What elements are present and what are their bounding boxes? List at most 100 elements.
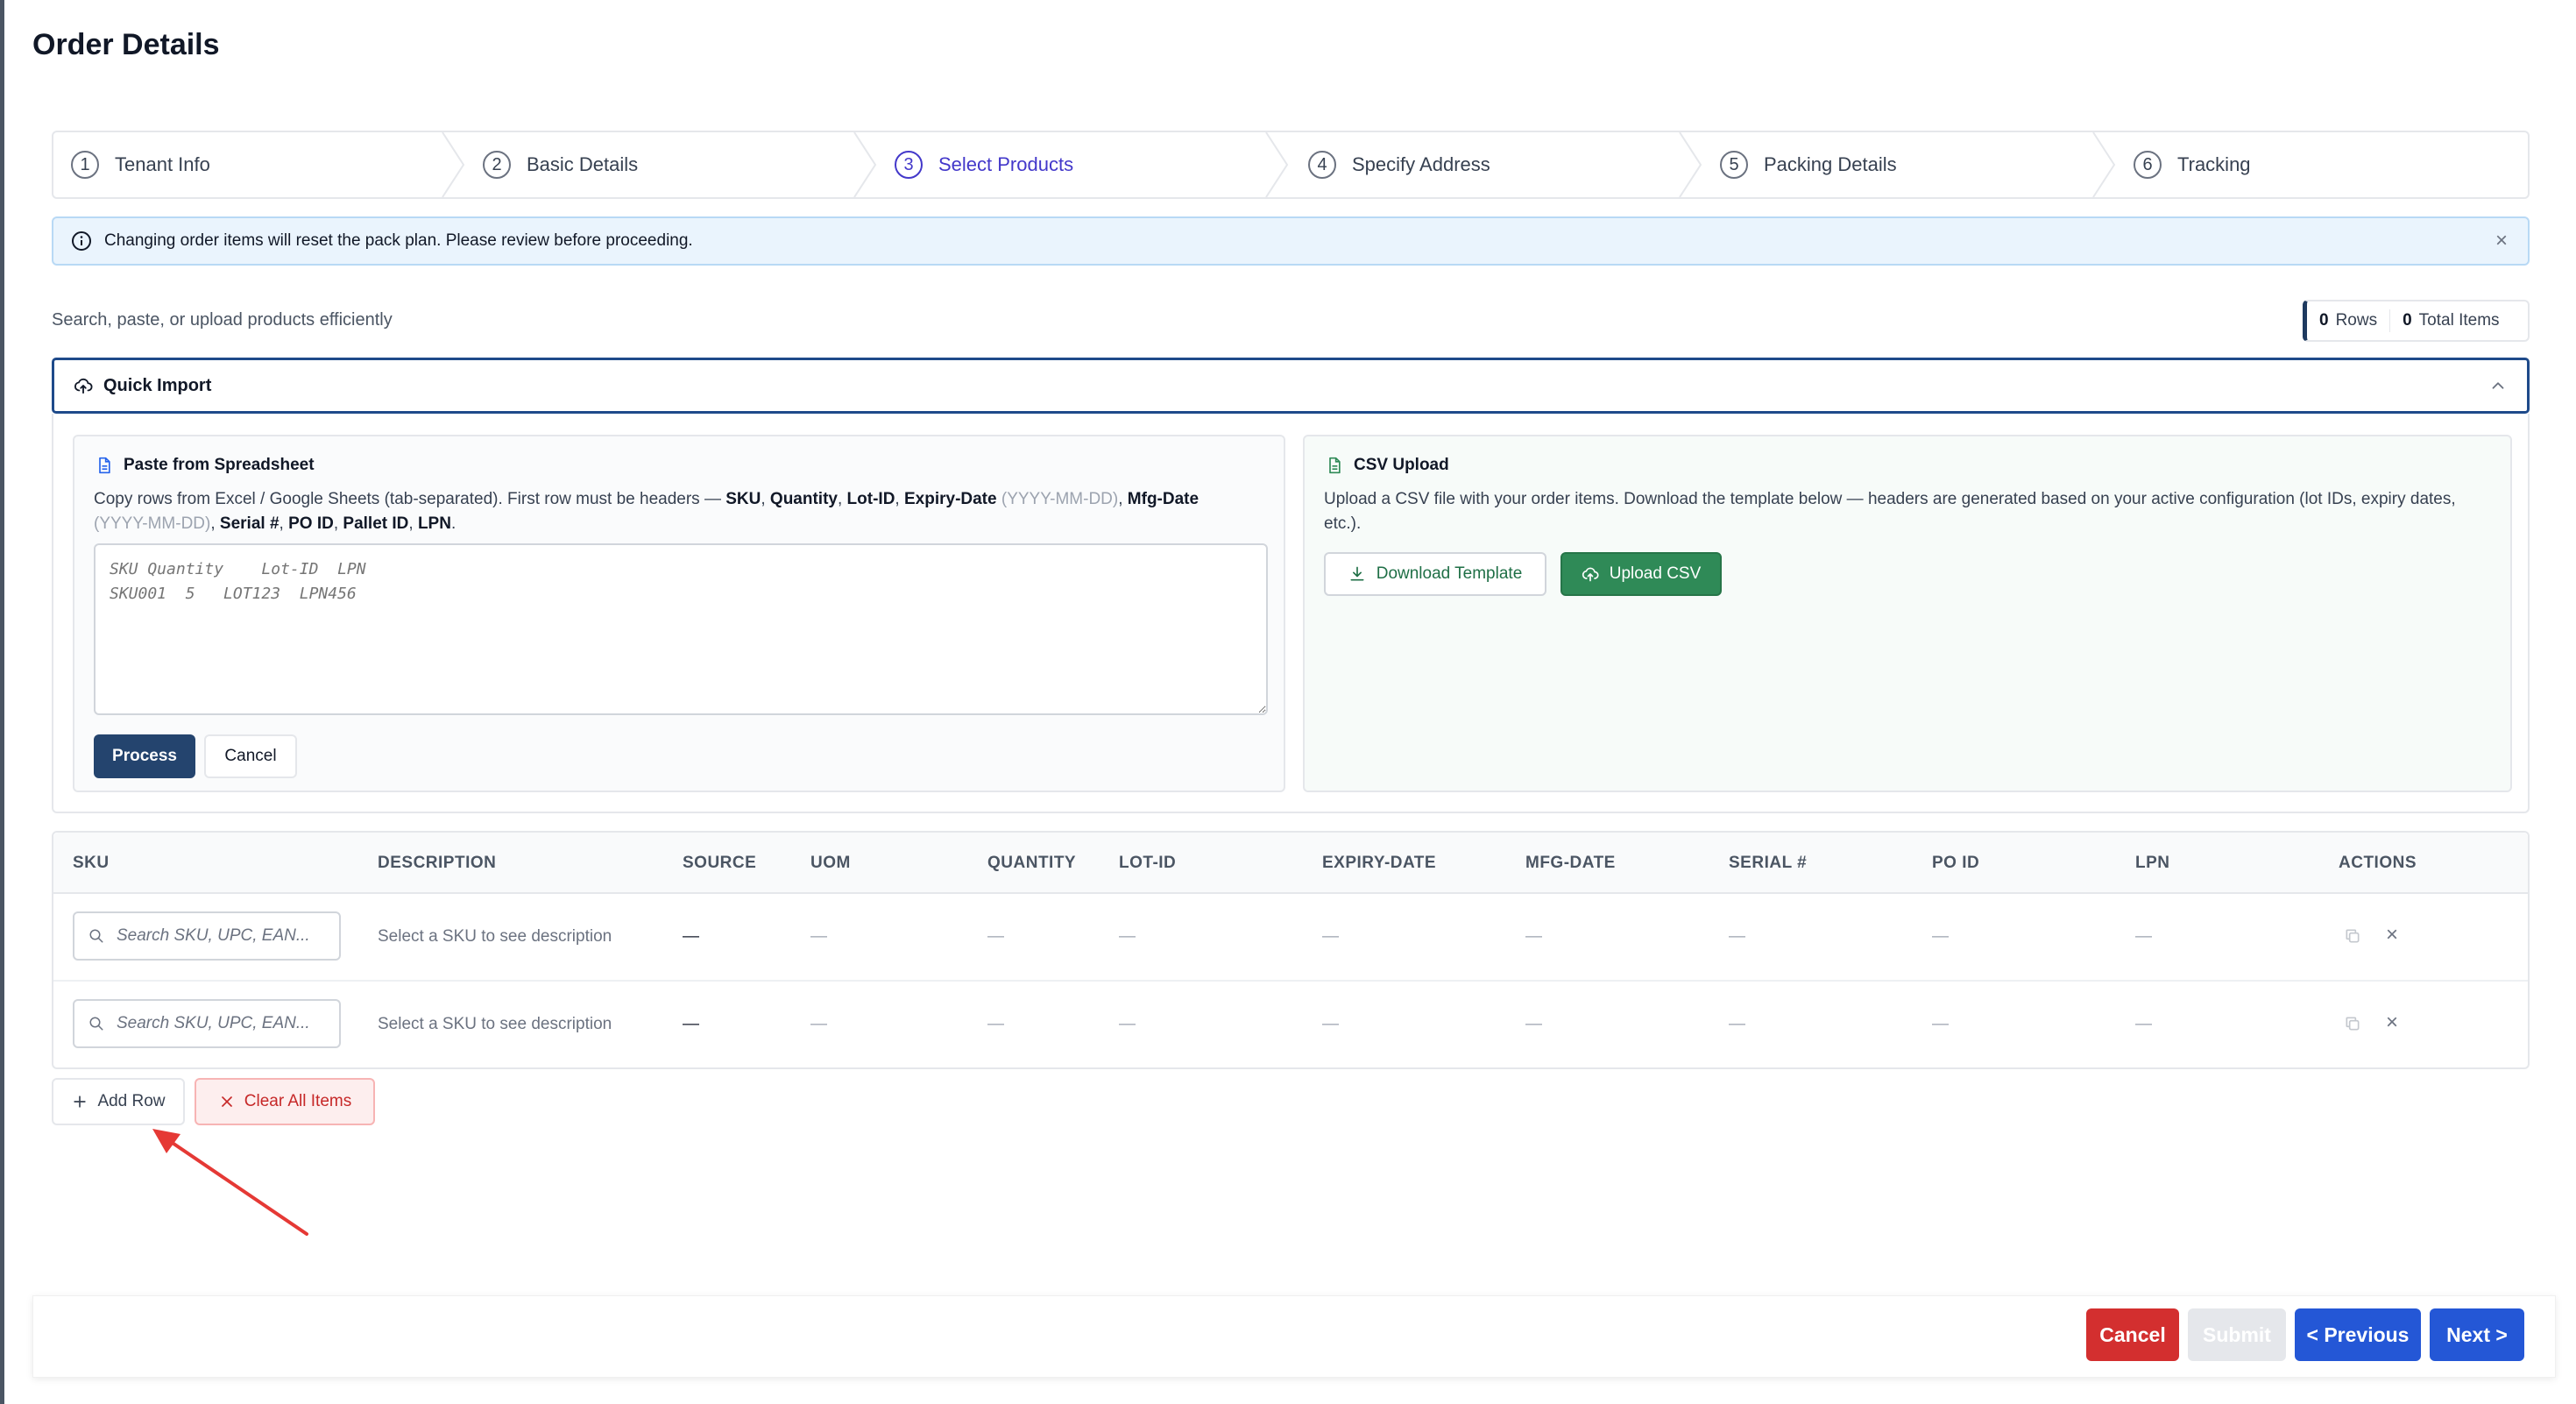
search-icon <box>89 929 103 943</box>
step-label: Basic Details <box>527 153 639 175</box>
plus-icon <box>74 1096 87 1108</box>
step-label: Specify Address <box>1352 153 1490 175</box>
window-left-edge <box>0 0 4 1404</box>
clear-all-items-button[interactable]: Clear All Items <box>195 1078 375 1125</box>
step-label: Tracking <box>2177 153 2251 175</box>
step-select-products[interactable]: 3 Select Products <box>895 132 1073 197</box>
total-items-label: Total Items <box>2418 311 2500 330</box>
cloud-upload-icon <box>74 378 93 394</box>
annotation-arrow-icon <box>152 1129 308 1236</box>
quantity-cell: — <box>987 1015 1004 1033</box>
column-header-po-id: PO ID <box>1932 854 1980 872</box>
close-icon[interactable]: × <box>2491 230 2512 252</box>
step-number: 3 <box>895 151 923 179</box>
paste-textarea[interactable] <box>94 543 1268 715</box>
upload-csv-button[interactable]: Upload CSV <box>1560 552 1722 596</box>
column-header-description: DESCRIPTION <box>378 854 497 872</box>
table-row: Search SKU, UPC, EAN... Select a SKU to … <box>53 982 2528 1069</box>
lot-id-cell: — <box>1119 1015 1136 1033</box>
column-header-serial: SERIAL # <box>1729 854 1808 872</box>
clear-all-label: Clear All Items <box>244 1092 352 1110</box>
quick-import-panel: Paste from Spreadsheet Copy rows from Ex… <box>52 414 2530 813</box>
footer-action-bar: Cancel Submit < Previous Next > <box>32 1295 2556 1378</box>
serial-cell: — <box>1729 1015 1745 1033</box>
column-header-mfg-date: MFG-DATE <box>1525 854 1616 872</box>
step-label: Packing Details <box>1764 153 1897 175</box>
serial-cell: — <box>1729 927 1745 946</box>
column-header-lpn: LPN <box>2135 854 2170 872</box>
csv-instructions: Upload a CSV file with your order items.… <box>1324 490 2456 533</box>
csv-upload-card: CSV Upload Upload a CSV file with your o… <box>1303 435 2512 792</box>
total-items-count: 0 <box>2403 311 2412 330</box>
quick-import-title: Quick Import <box>103 375 212 395</box>
source-cell: — <box>683 927 699 946</box>
copy-icon[interactable] <box>2344 927 2361 945</box>
table-header: SKU DESCRIPTION SOURCE UOM QUANTITY LOT-… <box>53 833 2528 894</box>
next-button[interactable]: Next > <box>2430 1308 2524 1361</box>
step-specify-address[interactable]: 4 Specify Address <box>1308 132 1490 197</box>
step-number: 5 <box>1720 151 1748 179</box>
wizard-stepper: 1 Tenant Info 2 Basic Details 3 Select P… <box>52 131 2530 199</box>
add-row-button[interactable]: Add Row <box>52 1078 185 1125</box>
step-number: 6 <box>2134 151 2162 179</box>
section-subtitle: Search, paste, or upload products effici… <box>52 310 393 330</box>
copy-icon[interactable] <box>2344 1015 2361 1032</box>
mfg-date-cell: — <box>1525 927 1542 946</box>
uom-cell: — <box>810 1015 827 1033</box>
search-icon <box>89 1017 103 1031</box>
remove-row-icon[interactable]: × <box>2382 1012 2402 1033</box>
paste-spreadsheet-card: Paste from Spreadsheet Copy rows from Ex… <box>73 435 1285 792</box>
expiry-date-cell: — <box>1322 927 1339 946</box>
rows-count: 0 <box>2319 311 2329 330</box>
uom-cell: — <box>810 927 827 946</box>
alert-message: Changing order items will reset the pack… <box>104 231 693 250</box>
info-icon <box>72 231 91 251</box>
mfg-date-cell: — <box>1525 1015 1542 1033</box>
submit-button[interactable]: Submit <box>2188 1308 2286 1361</box>
column-header-source: SOURCE <box>683 854 757 872</box>
csv-title-text: CSV Upload <box>1354 456 1449 474</box>
expiry-date-cell: — <box>1322 1015 1339 1033</box>
page-title: Order Details <box>32 28 220 61</box>
step-separator-icon <box>853 132 877 197</box>
po-id-cell: — <box>1932 927 1949 946</box>
chevron-up-icon[interactable] <box>2488 376 2508 395</box>
table-row: Search SKU, UPC, EAN... Select a SKU to … <box>53 894 2528 982</box>
cloud-upload-icon <box>1582 567 1599 582</box>
lpn-cell: — <box>2135 1015 2152 1033</box>
download-template-label: Download Template <box>1376 564 1523 583</box>
description-cell: Select a SKU to see description <box>378 927 612 946</box>
remove-row-icon[interactable]: × <box>2382 925 2402 946</box>
step-basic-details[interactable]: 2 Basic Details <box>483 132 638 197</box>
sku-search-input[interactable]: Search SKU, UPC, EAN... <box>73 999 341 1048</box>
upload-csv-label: Upload CSV <box>1609 564 1702 583</box>
close-icon <box>221 1096 232 1107</box>
step-label: Tenant Info <box>115 153 210 175</box>
step-number: 1 <box>71 151 99 179</box>
step-tracking[interactable]: 6 Tracking <box>2134 132 2251 197</box>
step-separator-icon <box>2092 132 2116 197</box>
order-items-table: SKU DESCRIPTION SOURCE UOM QUANTITY LOT-… <box>52 831 2530 1069</box>
column-header-uom: UOM <box>810 854 851 872</box>
sku-search-input[interactable]: Search SKU, UPC, EAN... <box>73 911 341 961</box>
po-id-cell: — <box>1932 1015 1949 1033</box>
cancel-button[interactable]: Cancel <box>2086 1308 2179 1361</box>
paste-title-text: Paste from Spreadsheet <box>124 456 315 474</box>
quick-import-toggle[interactable]: Quick Import <box>52 358 2530 414</box>
paste-instructions: Copy rows from Excel / Google Sheets (ta… <box>94 490 1200 533</box>
source-cell: — <box>683 1015 699 1033</box>
csv-card-title: CSV Upload <box>1326 456 1449 475</box>
column-header-expiry-date: EXPIRY-DATE <box>1322 854 1437 872</box>
quantity-cell: — <box>987 927 1004 946</box>
process-button[interactable]: Process <box>94 734 195 778</box>
step-tenant-info[interactable]: 1 Tenant Info <box>71 132 210 197</box>
download-template-button[interactable]: Download Template <box>1324 552 1546 596</box>
sku-search-placeholder: Search SKU, UPC, EAN... <box>117 926 310 945</box>
step-packing-details[interactable]: 5 Packing Details <box>1720 132 1897 197</box>
previous-button[interactable]: < Previous <box>2295 1308 2421 1361</box>
sku-search-placeholder: Search SKU, UPC, EAN... <box>117 1014 310 1032</box>
paste-cancel-button[interactable]: Cancel <box>204 734 297 778</box>
info-alert: Changing order items will reset the pack… <box>52 216 2530 266</box>
column-header-sku: SKU <box>73 854 110 872</box>
step-separator-icon <box>1679 132 1702 197</box>
